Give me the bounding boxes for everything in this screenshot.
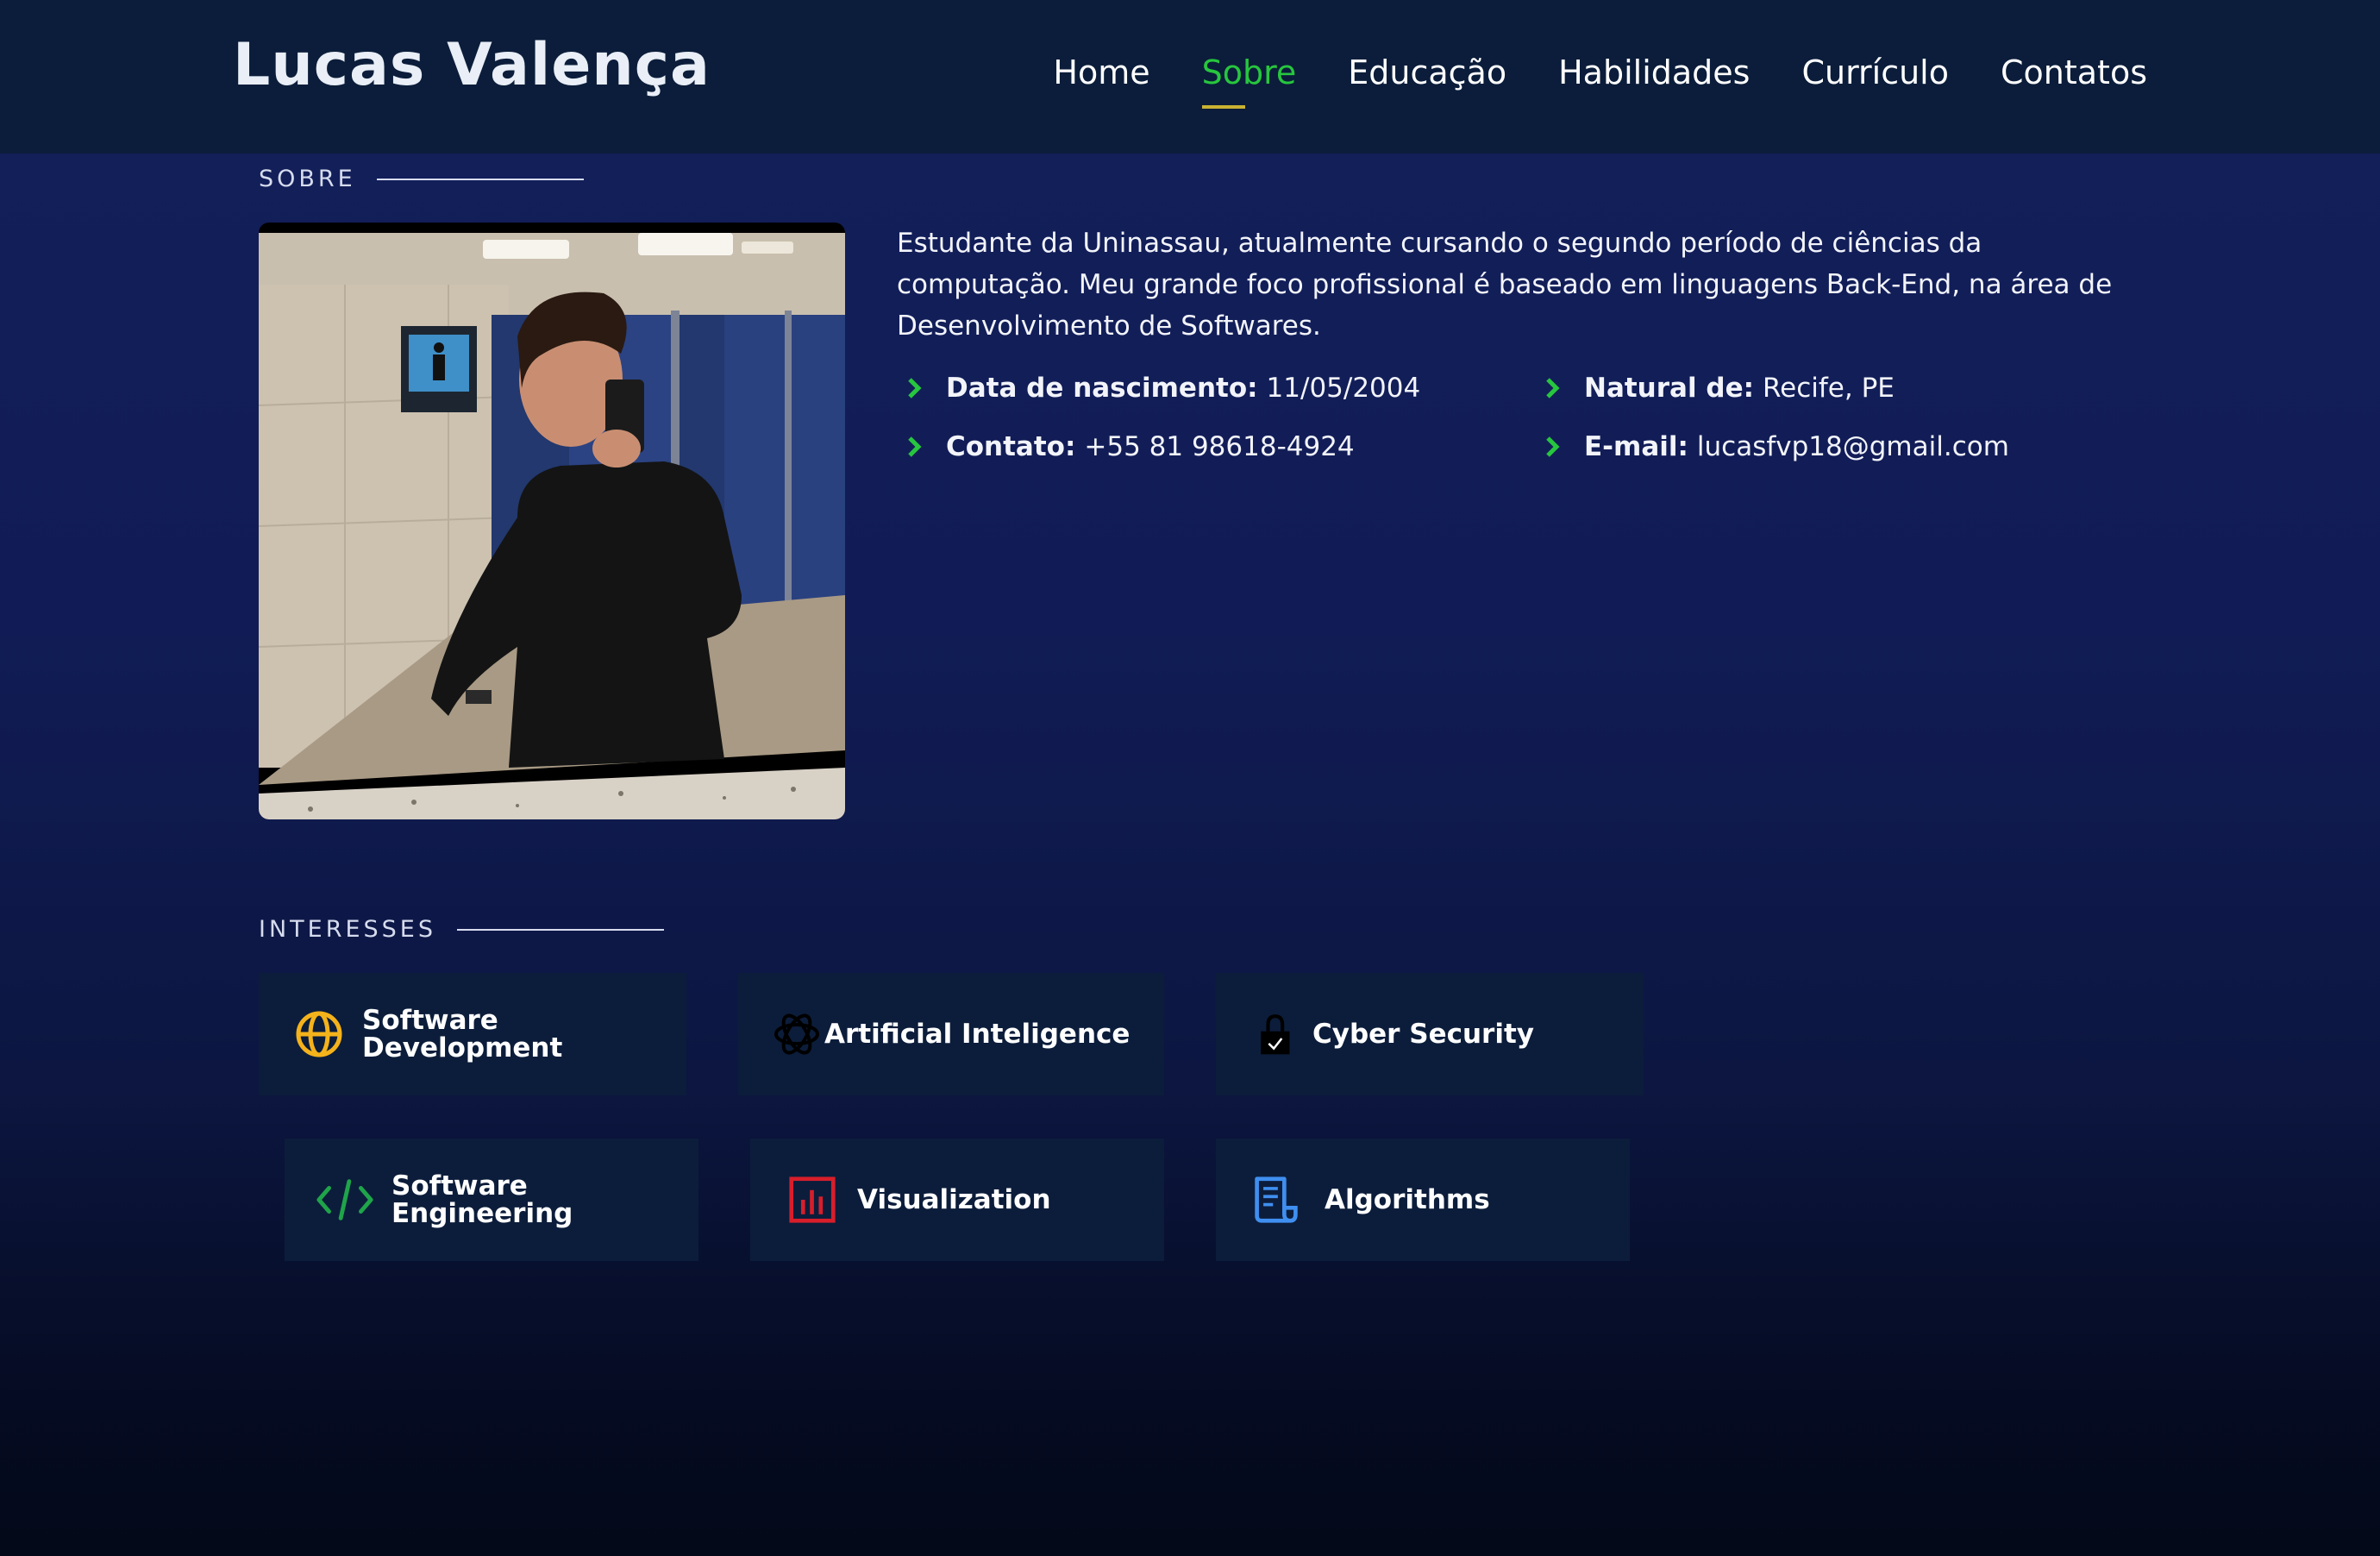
chevron-right-icon xyxy=(908,378,922,398)
nav-sobre[interactable]: Sobre xyxy=(1201,53,1296,109)
fact-label: Contato: xyxy=(946,431,1076,462)
fact-email: E-mail: lucasfvp18@gmail.com xyxy=(1539,431,2009,462)
interest-label: Visualization xyxy=(857,1184,1051,1215)
nav-habilidades[interactable]: Habilidades xyxy=(1558,53,1750,109)
interest-card-software-engineering[interactable]: Software Engineering xyxy=(285,1139,698,1261)
interest-card-artificial-inteligence[interactable]: Artificial Inteligence xyxy=(738,973,1164,1095)
fact-value: Recife, PE xyxy=(1763,373,1895,404)
lock-icon xyxy=(1261,1014,1290,1055)
interest-card-software-development[interactable]: Software Development xyxy=(259,973,686,1095)
interest-card-algorithms[interactable]: Algorithms xyxy=(1216,1139,1630,1261)
bar-chart-icon xyxy=(789,1176,836,1223)
globe-icon xyxy=(296,1011,342,1057)
openai-icon xyxy=(774,1013,819,1055)
interest-label: Software Development xyxy=(362,1005,563,1063)
nav-educacao[interactable]: Educação xyxy=(1348,53,1506,109)
document-icon xyxy=(1255,1176,1298,1223)
chevron-right-icon xyxy=(1546,436,1560,457)
fact-value: +55 81 98618-4924 xyxy=(1084,431,1355,462)
main-nav: Home Sobre Educação Habilidades Currícul… xyxy=(1053,53,2147,109)
fact-value: 11/05/2004 xyxy=(1266,373,1421,404)
chevron-right-icon xyxy=(908,436,922,457)
profile-photo xyxy=(259,223,845,819)
interest-card-cyber-security[interactable]: Cyber Security xyxy=(1216,973,1644,1095)
fact-contact: Contato: +55 81 98618-4924 xyxy=(901,431,1355,462)
nav-home[interactable]: Home xyxy=(1053,53,1149,109)
interest-label: Artificial Inteligence xyxy=(824,1019,1130,1050)
nav-contatos[interactable]: Contatos xyxy=(2001,53,2147,109)
about-description: Estudante da Uninassau, atualmente cursa… xyxy=(897,228,2113,342)
fact-value: lucasfvp18@gmail.com xyxy=(1696,431,2009,462)
interests-heading-line xyxy=(457,928,665,931)
site-brand[interactable]: Lucas Valença xyxy=(233,31,711,99)
nav-curriculo[interactable]: Currículo xyxy=(1801,53,1949,109)
interest-card-visualization[interactable]: Visualization xyxy=(750,1139,1164,1261)
about-heading-text: SOBRE xyxy=(259,166,356,192)
about-heading-line xyxy=(376,178,584,180)
interest-label: Cyber Security xyxy=(1312,1019,1534,1050)
interest-label: Algorithms xyxy=(1325,1184,1490,1215)
about-heading: SOBRE xyxy=(259,166,584,192)
site-header: Lucas Valença Home Sobre Educação Habili… xyxy=(0,0,2380,154)
fact-birthdate: Data de nascimento: 11/05/2004 xyxy=(901,373,1420,404)
chevron-right-icon xyxy=(1546,378,1560,398)
code-icon xyxy=(316,1179,373,1220)
interests-heading-text: INTERESSES xyxy=(259,916,437,943)
interest-label: Software Engineering xyxy=(391,1170,573,1229)
interests-heading: INTERESSES xyxy=(259,916,665,943)
fact-label: E-mail: xyxy=(1584,431,1688,462)
fact-natural: Natural de: Recife, PE xyxy=(1539,373,1895,404)
fact-label: Natural de: xyxy=(1584,373,1754,404)
fact-label: Data de nascimento: xyxy=(946,373,1258,404)
